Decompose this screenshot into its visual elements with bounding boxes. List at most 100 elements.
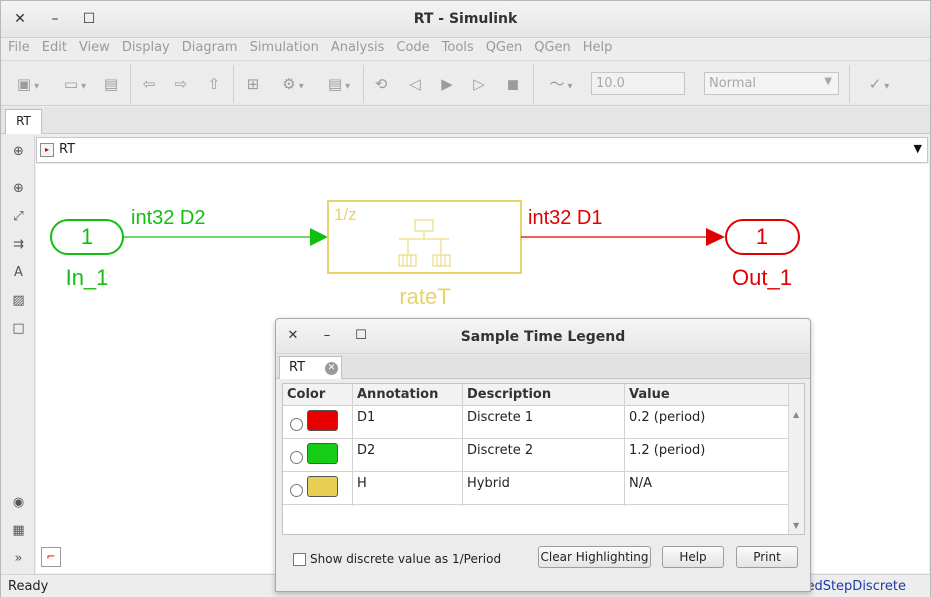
menu-qgen-1[interactable]: QGen xyxy=(478,38,527,55)
in-port-name: In_1 xyxy=(66,265,109,290)
library-browser-icon[interactable]: ⊞ xyxy=(241,73,265,95)
scope-icon[interactable]: 〜 xyxy=(541,73,581,95)
annotation-cell: H xyxy=(357,476,367,491)
highlight-radio[interactable] xyxy=(290,418,303,431)
image-icon[interactable]: ▨ xyxy=(10,292,27,309)
stop-time-field[interactable]: 10.0 xyxy=(591,72,685,95)
table-row[interactable]: H Hybrid N/A xyxy=(283,472,788,505)
signal-arrow-in xyxy=(310,228,328,246)
sample-time-icon[interactable]: ⌐ xyxy=(41,547,61,567)
menu-simulation[interactable]: Simulation xyxy=(242,38,323,55)
signal-arrow-out xyxy=(706,228,725,246)
solver-link[interactable]: edStepDiscrete xyxy=(806,579,906,594)
signal-label-in: int32 D2 xyxy=(131,207,206,229)
simulation-mode-select[interactable]: Normal ▼ xyxy=(704,72,839,95)
simulation-mode-value: Normal xyxy=(709,76,757,91)
property-inspector-icon[interactable]: ▦ xyxy=(10,522,27,539)
menu-qgen-2[interactable]: QGen xyxy=(526,38,575,55)
value-cell: N/A xyxy=(629,476,652,491)
new-model-icon[interactable]: ▣ xyxy=(9,73,47,95)
step-back-icon[interactable]: ◁ xyxy=(403,73,427,95)
tab-label: RT xyxy=(289,360,306,375)
check-icon[interactable]: ✓ xyxy=(859,73,899,95)
annotation-icon[interactable]: A xyxy=(10,264,27,281)
show-period-label: Show discrete value as 1/Period xyxy=(310,552,502,566)
description-cell: Discrete 1 xyxy=(467,410,534,425)
tab-rt[interactable]: RT ✕ xyxy=(279,356,342,379)
close-tab-icon[interactable]: ✕ xyxy=(325,362,338,375)
menu-help[interactable]: Help xyxy=(575,38,617,55)
rate-block-label: 1/z xyxy=(334,205,357,224)
chevron-down-icon: ▼ xyxy=(824,76,832,87)
title-bar: ✕ – ☐ RT - Simulink xyxy=(1,1,930,38)
sample-time-legend-dialog: ✕ – ☐ Sample Time Legend RT ✕ Color Anno… xyxy=(275,318,811,592)
color-swatch-hybrid xyxy=(307,476,338,497)
address-path: RT xyxy=(59,142,76,157)
camera-icon[interactable]: ◉ xyxy=(10,494,27,511)
table-header: Color Annotation Description Value xyxy=(283,384,788,406)
rate-block-name: rateT xyxy=(399,284,450,309)
left-palette: ⊕ ⊕ ⤢ ⇉ A ▨ □ ◉ ▦ » xyxy=(1,135,35,576)
clear-highlighting-button[interactable]: Clear Highlighting xyxy=(538,546,651,568)
annotation-cell: D1 xyxy=(357,410,376,425)
out-port-name: Out_1 xyxy=(732,265,792,290)
run-icon[interactable]: ▶ xyxy=(435,73,459,95)
arrow-icon[interactable]: ⇉ xyxy=(10,236,27,253)
zoom-icon[interactable]: ⊕ xyxy=(10,180,27,197)
annotation-cell: D2 xyxy=(357,443,376,458)
menu-view[interactable]: View xyxy=(71,38,114,55)
save-icon[interactable]: ▤ xyxy=(100,73,122,95)
back-arrow-icon[interactable]: ⇦ xyxy=(138,73,160,95)
gear-icon[interactable]: ⚙ xyxy=(273,73,313,95)
scroll-up-icon[interactable]: ▲ xyxy=(793,410,799,419)
toolbar: ▣ ▭ ▤ ⇦ ⇨ ⇧ ⊞ ⚙ ▤ ⟲ ◁ ▶ ▷ ◼ 〜 10.0 Norma… xyxy=(1,60,930,106)
dialog-title-bar: ✕ – ☐ Sample Time Legend xyxy=(276,319,810,354)
menu-edit[interactable]: Edit xyxy=(34,38,71,55)
menu-bar: File Edit View Display Diagram Simulation Anal… xyxy=(1,38,930,59)
column-header-value: Value xyxy=(629,387,670,402)
table-row[interactable]: D2 Discrete 2 1.2 (period) xyxy=(283,439,788,472)
chevron-down-icon[interactable]: ▼ xyxy=(914,142,922,155)
highlight-radio[interactable] xyxy=(290,451,303,464)
scroll-down-icon[interactable]: ▼ xyxy=(793,521,799,530)
model-explorer-icon[interactable]: ▤ xyxy=(319,73,359,95)
menu-code[interactable]: Code xyxy=(388,38,433,55)
stop-icon[interactable]: ◼ xyxy=(501,73,525,95)
dialog-tab-bar: RT ✕ xyxy=(276,355,810,379)
legend-table: Color Annotation Description Value D1 Di… xyxy=(282,383,805,535)
print-button[interactable]: Print xyxy=(736,546,798,568)
menu-file[interactable]: File xyxy=(1,38,34,55)
area-icon[interactable]: □ xyxy=(10,320,27,337)
menu-display[interactable]: Display xyxy=(114,38,174,55)
menu-analysis[interactable]: Analysis xyxy=(323,38,389,55)
hide-show-explorer-icon[interactable]: ⊕ xyxy=(10,143,27,160)
fit-to-view-icon[interactable]: ⤢ xyxy=(10,208,27,225)
highlight-radio[interactable] xyxy=(290,484,303,497)
help-button[interactable]: Help xyxy=(662,546,724,568)
up-arrow-icon[interactable]: ⇧ xyxy=(203,73,225,95)
value-cell: 0.2 (period) xyxy=(629,410,706,425)
expand-icon[interactable]: » xyxy=(10,550,27,567)
description-cell: Discrete 2 xyxy=(467,443,534,458)
dialog-title: Sample Time Legend xyxy=(460,329,626,345)
menu-tools[interactable]: Tools xyxy=(434,38,478,55)
menu-diagram[interactable]: Diagram xyxy=(174,38,242,55)
update-icon[interactable]: ⟲ xyxy=(369,73,393,95)
model-icon: ▸ xyxy=(40,143,54,157)
signal-label-out: int32 D1 xyxy=(528,207,603,229)
out-port-number: 1 xyxy=(756,224,768,249)
in-port-number: 1 xyxy=(81,224,93,249)
tab-rt[interactable]: RT xyxy=(5,109,42,134)
open-folder-icon[interactable]: ▭ xyxy=(56,73,94,95)
table-scrollbar[interactable]: ▲ ▼ xyxy=(788,384,804,534)
step-forward-icon[interactable]: ▷ xyxy=(467,73,491,95)
value-cell: 1.2 (period) xyxy=(629,443,706,458)
forward-arrow-icon[interactable]: ⇨ xyxy=(170,73,192,95)
column-header-description: Description xyxy=(467,387,552,402)
window-title: RT - Simulink xyxy=(413,11,518,27)
table-row[interactable]: D1 Discrete 1 0.2 (period) xyxy=(283,406,788,439)
model-tab-bar: RT xyxy=(1,107,930,134)
show-period-checkbox[interactable] xyxy=(293,553,306,566)
status-text: Ready xyxy=(8,579,49,594)
address-bar[interactable]: ▸ RT ▼ xyxy=(36,137,928,163)
